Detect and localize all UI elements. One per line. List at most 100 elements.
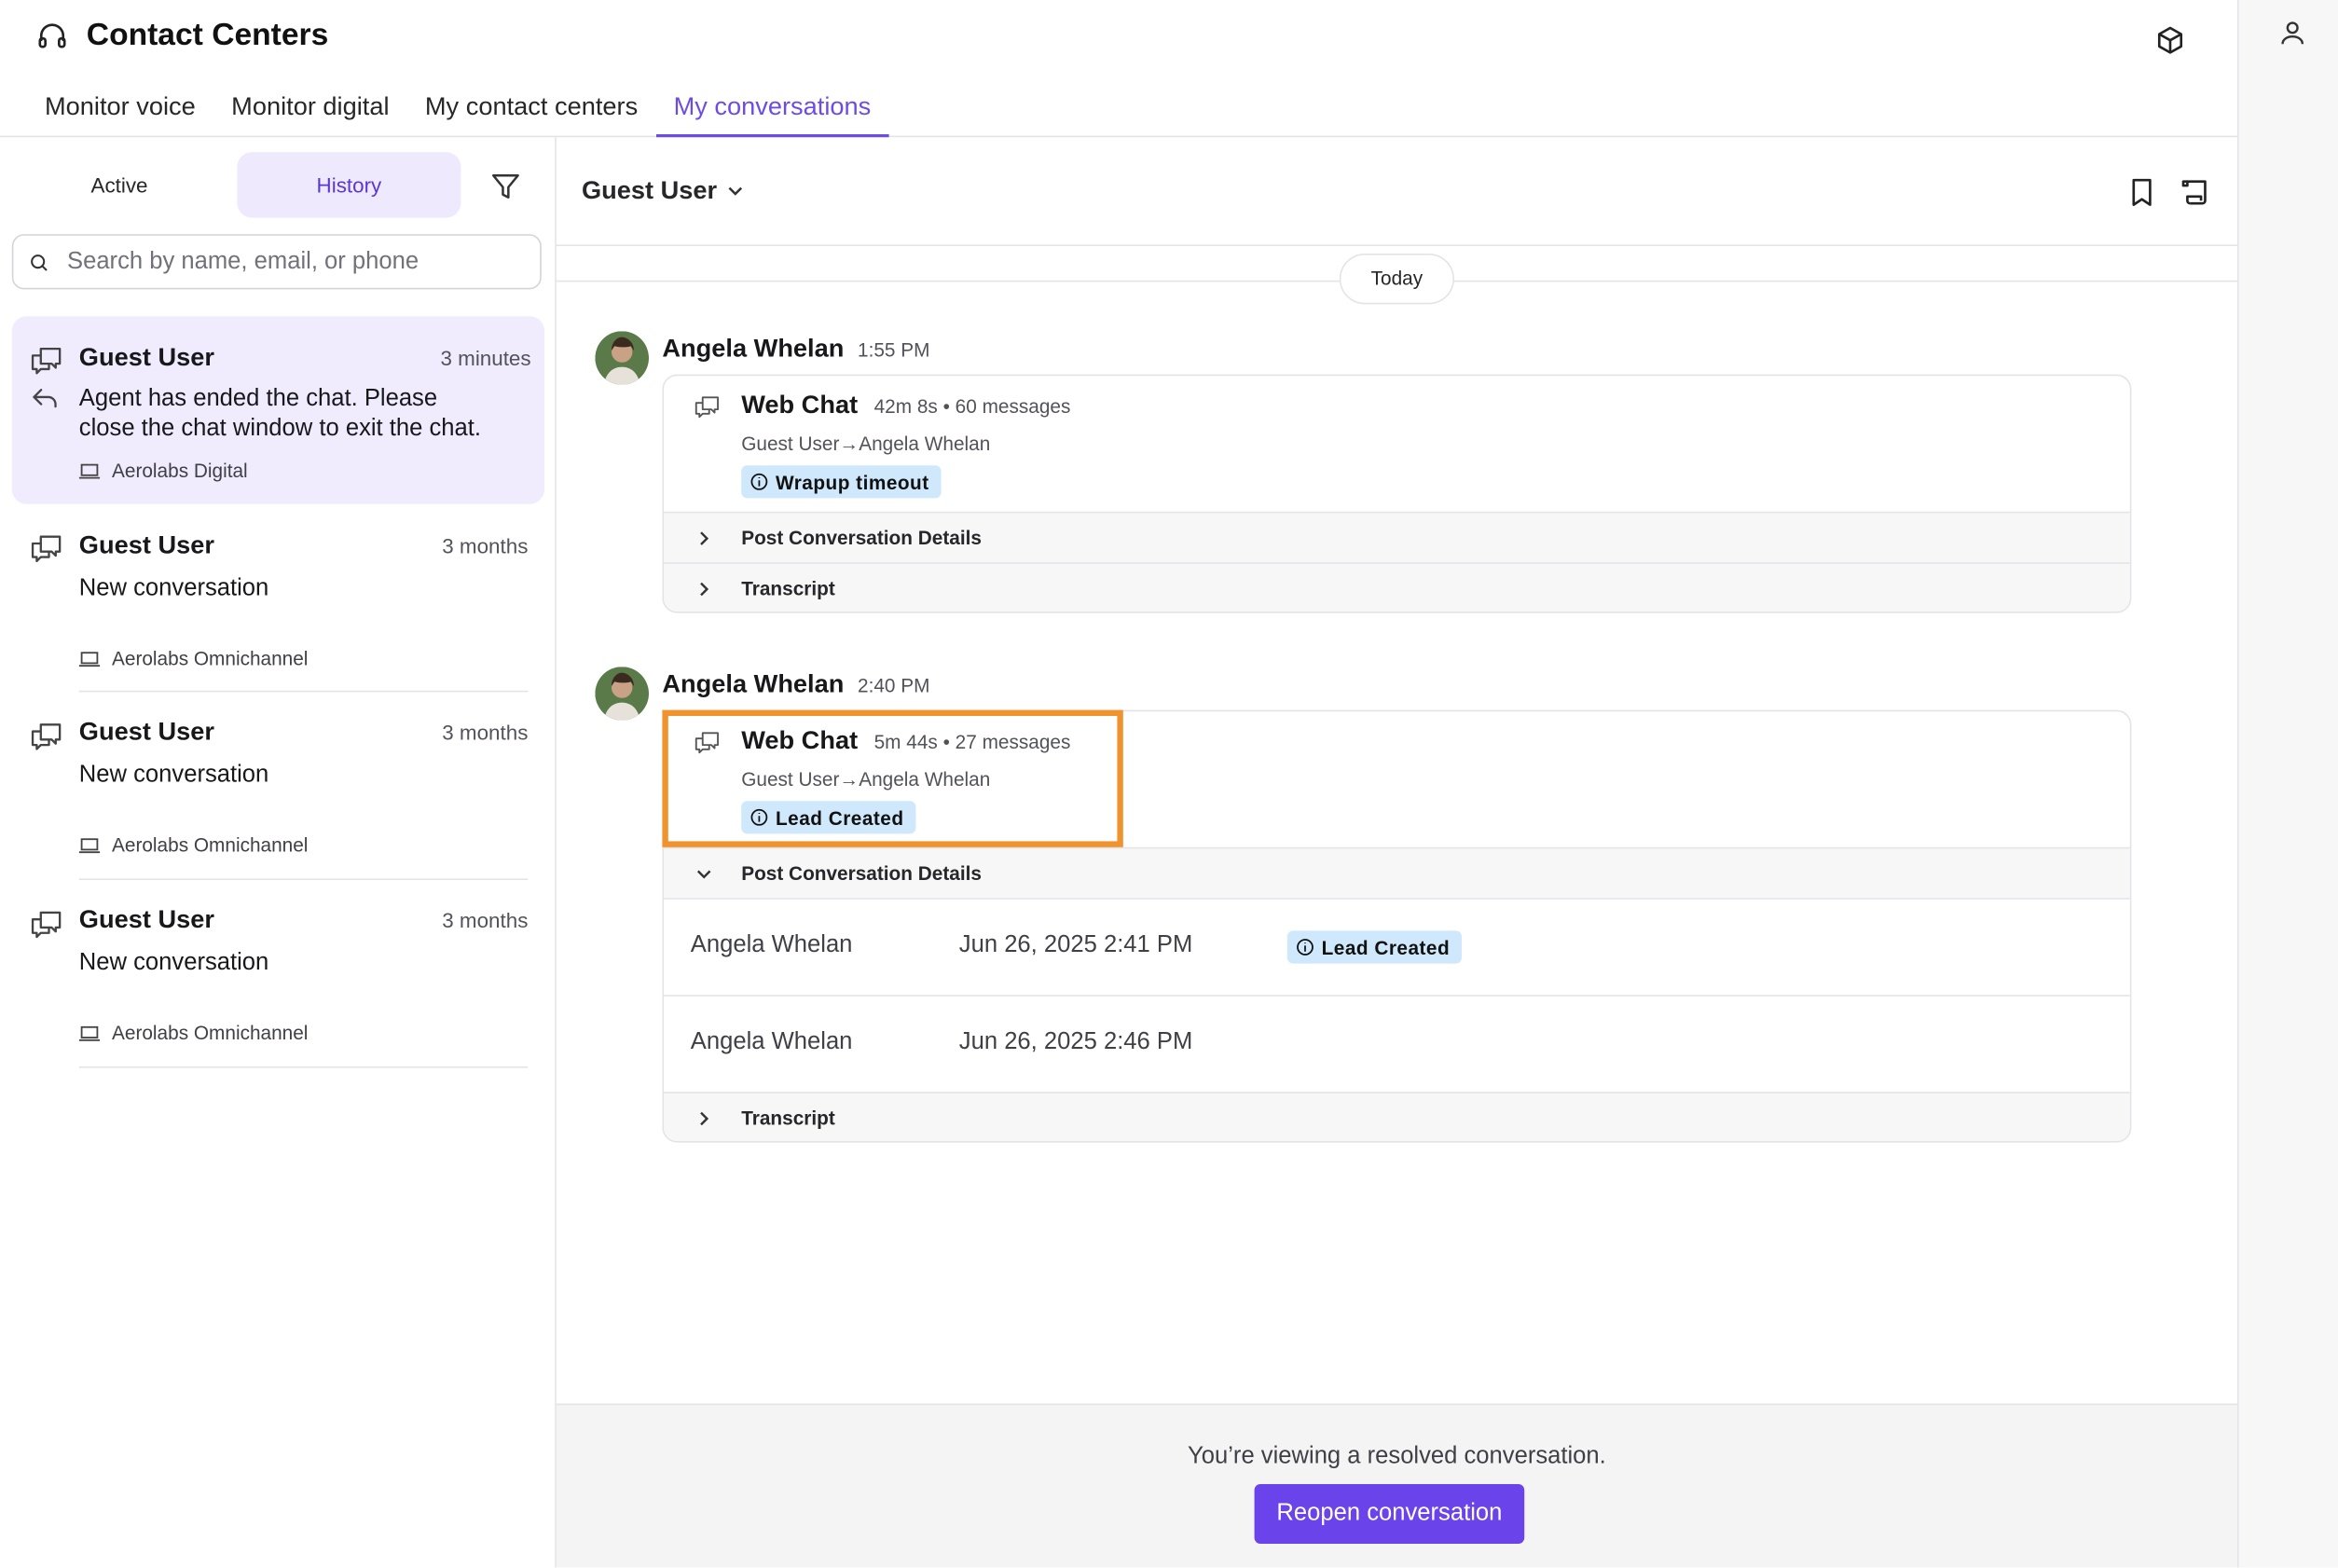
chat-bubbles-icon [31, 723, 62, 750]
highlight-box [662, 709, 1123, 847]
chevron-down-icon [696, 870, 711, 879]
day-separator: Today [1339, 254, 1454, 305]
divider [78, 1066, 529, 1068]
conversation-time: 3 months [442, 533, 529, 558]
chevron-down-icon [728, 186, 742, 196]
info-icon [750, 473, 768, 490]
channel-title: Web Chat [741, 391, 859, 420]
message-sender: Angela Whelan [662, 669, 845, 698]
cube-icon[interactable] [2153, 24, 2186, 57]
avatar [595, 667, 649, 721]
conversation-item[interactable]: Guest User 3 months New conversation Aer… [0, 880, 557, 1068]
chat-bubbles-icon [31, 347, 62, 375]
status-badge-label: Lead Created [1321, 936, 1451, 958]
conversation-item[interactable]: Guest User 3 months New conversation Aer… [0, 692, 557, 880]
avatar [595, 331, 649, 385]
post-conversation-details-toggle[interactable]: Post Conversation Details [664, 846, 2130, 899]
post-conversation-details-toggle[interactable]: Post Conversation Details [664, 511, 2130, 563]
conversation-channel-label: Aerolabs Omnichannel [112, 833, 309, 857]
conversation-preview-line2: close the chat window to exit the chat. [78, 416, 481, 442]
conversation-time: 3 months [442, 908, 529, 932]
transcript-toggle[interactable]: Transcript [664, 1092, 2130, 1141]
status-badge-label: Wrapup timeout [776, 470, 929, 493]
tab-monitor-digital[interactable]: Monitor digital [213, 87, 407, 137]
arrow-right-icon: → [839, 433, 860, 455]
segment-active[interactable]: Active [7, 152, 231, 217]
laptop-icon [78, 1025, 101, 1040]
reply-icon [33, 389, 57, 408]
resolved-footer: You’re viewing a resolved conversation. … [556, 1403, 2237, 1568]
user-icon[interactable] [2277, 18, 2307, 48]
tab-my-contact-centers[interactable]: My contact centers [407, 87, 656, 137]
laptop-icon [78, 837, 101, 853]
chat-bubbles-icon [695, 396, 719, 419]
conversation-name: Guest User [78, 530, 214, 559]
conversation-header: Guest User [556, 137, 2237, 246]
message-time: 1:55 PM [858, 338, 930, 362]
tab-bar: Monitor voice Monitor digital My contact… [27, 87, 889, 138]
tab-monitor-voice[interactable]: Monitor voice [27, 87, 213, 137]
conversation-channel-label: Aerolabs Omnichannel [112, 647, 309, 670]
reopen-conversation-button[interactable]: Reopen conversation [1254, 1484, 1525, 1544]
conversation-channel: Aerolabs Digital [78, 459, 248, 482]
conversation-meta: 42m 8s • 60 messages [873, 395, 1071, 418]
search-icon [31, 254, 48, 270]
avatar-image [595, 667, 649, 721]
post-conversation-details-label: Post Conversation Details [741, 526, 982, 549]
app-title: Contact Centers [35, 18, 328, 53]
tab-my-conversations[interactable]: My conversations [655, 87, 889, 138]
conversation-name: Guest User [78, 717, 214, 746]
segment-history[interactable]: History [237, 152, 461, 218]
post-detail-agent: Angela Whelan [690, 1029, 853, 1055]
conversation-preview: New conversation [78, 575, 269, 601]
route-from: Guest User [741, 433, 840, 455]
conversation-preview: New conversation [78, 762, 269, 788]
chevron-right-icon [700, 531, 709, 545]
top-bar: Contact Centers Monitor voice Monitor di… [0, 0, 2237, 138]
conversation-item[interactable]: Guest User 3 months New conversation Aer… [0, 504, 557, 693]
conversation-channel: Aerolabs Omnichannel [78, 1022, 309, 1044]
scroll-icon[interactable] [2180, 176, 2212, 209]
route-to: Angela Whelan [859, 433, 991, 455]
laptop-icon [78, 462, 101, 478]
contact-selector-label: Guest User [582, 175, 718, 205]
chat-bubbles-icon [31, 535, 62, 563]
search-field[interactable] [11, 234, 542, 290]
chevron-right-icon [700, 1111, 709, 1126]
status-badge: Lead Created [1286, 930, 1462, 964]
conversation-preview-line1: Agent has ended the chat. Please [78, 386, 438, 412]
conversation-list: Guest User 3 minutes Agent has ended the… [0, 316, 557, 1068]
status-badge: Wrapup timeout [741, 465, 942, 499]
conversation-list-panel: Active History Guest User 3 minutes Agen… [0, 137, 557, 1568]
post-detail-row: Angela Whelan Jun 26, 2025 2:41 PM Lead … [664, 898, 2130, 996]
conversation-channel-label: Aerolabs Digital [112, 459, 248, 482]
headset-icon [38, 23, 66, 48]
conversation-route: Guest User→Angela Whelan [741, 433, 990, 455]
search-input[interactable] [67, 248, 515, 276]
right-rail [2237, 0, 2338, 1568]
conversation-preview: New conversation [78, 950, 269, 976]
conversation-channel-label: Aerolabs Omnichannel [112, 1022, 309, 1044]
conversation-card: Web Chat 42m 8s • 60 messages Guest User… [662, 374, 2132, 613]
post-conversation-details-label: Post Conversation Details [741, 861, 982, 885]
conversation-item-selected[interactable]: Guest User 3 minutes Agent has ended the… [11, 316, 545, 504]
avatar-image [595, 331, 649, 385]
info-icon [1297, 939, 1313, 956]
message-sender: Angela Whelan [662, 334, 845, 363]
conversation-time: 3 months [442, 720, 529, 745]
conversation-name: Guest User [78, 905, 214, 934]
post-detail-agent: Angela Whelan [690, 932, 853, 958]
message-time: 2:40 PM [858, 674, 930, 697]
app-root: Contact Centers Monitor voice Monitor di… [0, 0, 2338, 1568]
conversation-channel: Aerolabs Omnichannel [78, 833, 309, 857]
bookmark-icon[interactable] [2125, 176, 2158, 209]
conversation-channel: Aerolabs Omnichannel [78, 647, 309, 670]
post-detail-date: Jun 26, 2025 2:46 PM [958, 1029, 1193, 1055]
post-detail-row: Angela Whelan Jun 26, 2025 2:46 PM [664, 995, 2130, 1093]
filter-icon[interactable] [489, 170, 522, 202]
transcript-toggle[interactable]: Transcript [664, 562, 2130, 612]
laptop-icon [78, 651, 101, 667]
contact-selector[interactable]: Guest User [582, 176, 744, 206]
app-title-text: Contact Centers [86, 18, 329, 52]
post-detail-date: Jun 26, 2025 2:41 PM [958, 932, 1193, 958]
